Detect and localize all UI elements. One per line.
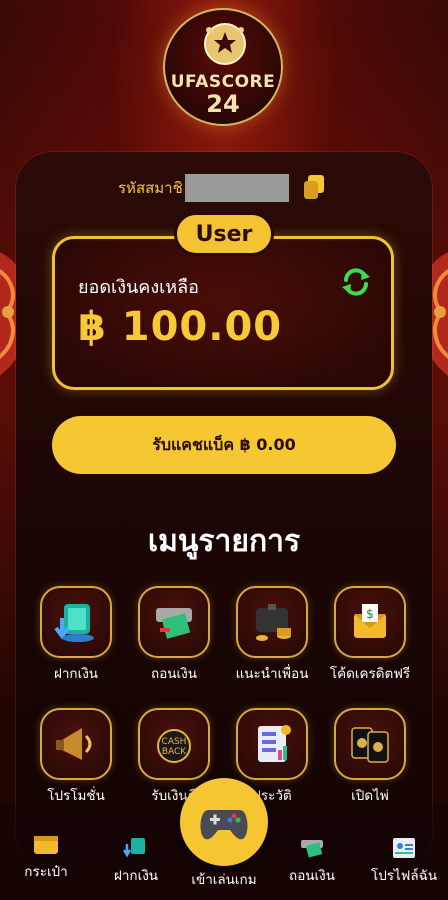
nav-label-wallet: กระเป๋า <box>24 864 68 880</box>
play-game-button[interactable] <box>180 778 268 866</box>
menu-label-promotion: โปรโมชั่น <box>47 788 105 804</box>
menu-label-withdraw: ถอนเงิน <box>151 666 197 682</box>
nav-label-profile: โปรไฟล์ฉัน <box>370 868 438 884</box>
cashback-icon: CASH BACK <box>138 708 210 780</box>
deposit-icon <box>122 838 145 858</box>
nav-wallet[interactable]: กระเป๋า <box>18 832 74 882</box>
menu-item-refer-friend[interactable]: แนะนำเพื่อน <box>227 586 317 684</box>
refer-friend-icon <box>236 586 308 658</box>
nav-play-game[interactable]: เข้าเล่นเกม <box>184 868 264 890</box>
cards-icon <box>334 708 406 780</box>
brand-logo: UFASCORE 24 <box>163 8 283 126</box>
copy-icon[interactable] <box>304 175 324 199</box>
menu-label-open-card: เปิดไพ่ <box>351 788 389 804</box>
menu-title: เมนูรายการ <box>147 524 301 559</box>
nav-label-play-game: เข้าเล่นเกม <box>191 872 257 888</box>
gamepad-icon <box>200 810 248 840</box>
menu-item-promotion[interactable]: โปรโมชั่น <box>31 708 121 806</box>
nav-label-deposit: ฝากเงิน <box>113 868 159 884</box>
profile-icon <box>393 838 415 858</box>
balance-label: ยอดเงินคงเหลือ <box>78 277 199 298</box>
history-icon <box>236 708 308 780</box>
withdraw-icon <box>138 586 210 658</box>
svg-text:$: $ <box>366 607 374 621</box>
menu-label-deposit: ฝากเงิน <box>53 666 99 682</box>
svg-text:CASH: CASH <box>162 737 187 747</box>
nav-withdraw[interactable]: ถอนเงิน <box>282 836 342 886</box>
star-ball-icon <box>204 23 246 65</box>
logo-name: UFASCORE <box>170 72 276 92</box>
megaphone-icon <box>40 708 112 780</box>
cashback-button[interactable]: รับแคชแบ็ค ฿ 0.00 <box>52 416 396 474</box>
refresh-icon[interactable] <box>340 266 372 298</box>
nav-label-withdraw: ถอนเงิน <box>289 868 335 884</box>
menu-label-free-credit-code: โค้ดเครดิตฟรี <box>329 666 411 682</box>
wallet-icon <box>34 836 58 854</box>
member-id-label: รหัสสมาชิ <box>118 179 183 197</box>
menu-item-deposit[interactable]: ฝากเงิน <box>31 586 121 684</box>
nav-deposit[interactable]: ฝากเงิน <box>106 836 166 886</box>
deposit-icon <box>40 586 112 658</box>
logo-number: 24 <box>206 90 240 118</box>
member-id-row: รหัสสมาชิ <box>118 174 289 202</box>
nav-profile[interactable]: โปรไฟล์ฉัน <box>368 836 440 886</box>
user-tab: User <box>174 212 274 256</box>
free-credit-code-icon: $ <box>334 586 406 658</box>
balance-value: ฿ 100.00 <box>78 304 283 350</box>
menu-item-free-credit-code[interactable]: $ โค้ดเครดิตฟรี <box>325 586 415 684</box>
withdraw-icon <box>301 840 323 858</box>
menu-label-refer-friend: แนะนำเพื่อน <box>235 666 309 682</box>
svg-text:BACK: BACK <box>162 747 187 757</box>
menu-item-open-card[interactable]: เปิดไพ่ <box>325 708 415 806</box>
menu-item-withdraw[interactable]: ถอนเงิน <box>129 586 219 684</box>
member-id-redacted <box>184 174 289 202</box>
